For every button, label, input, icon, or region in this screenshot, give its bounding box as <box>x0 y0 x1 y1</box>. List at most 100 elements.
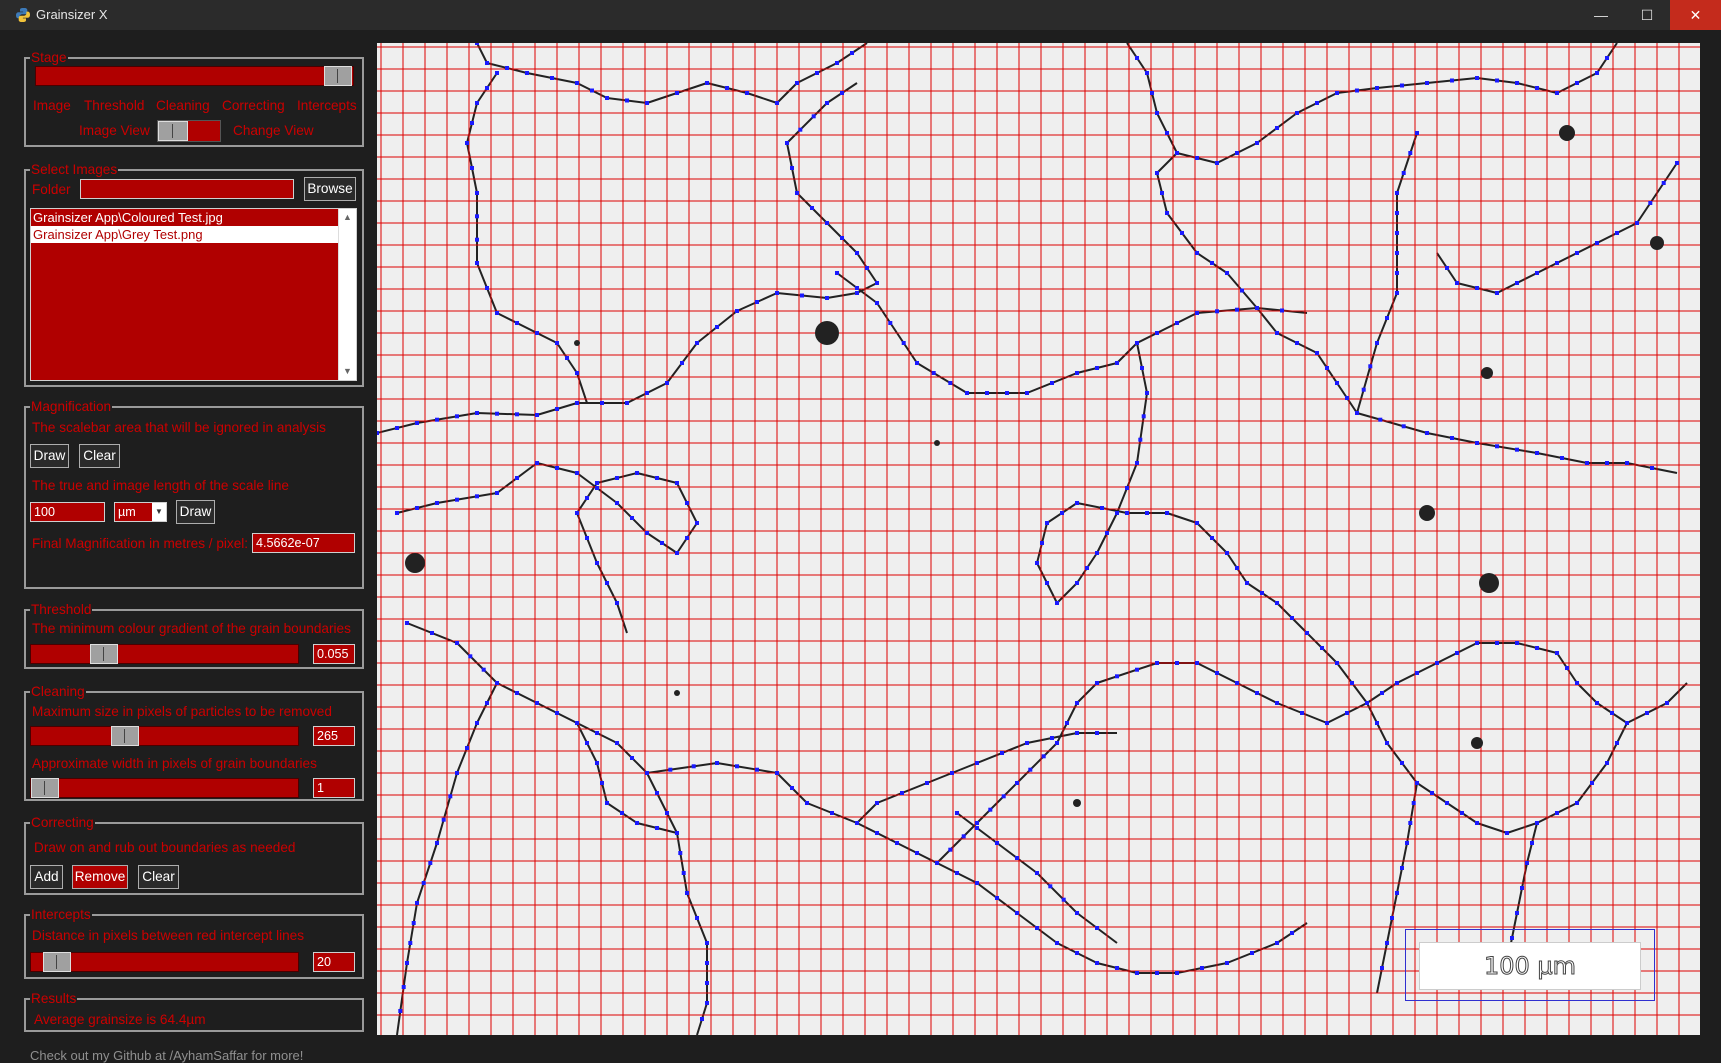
add-boundary-button[interactable]: Add <box>30 865 63 889</box>
intercept-point <box>1085 566 1089 570</box>
intercept-point <box>1475 441 1479 445</box>
intercept-point <box>855 251 859 255</box>
intercept-point <box>1535 451 1539 455</box>
intercept-point <box>790 786 794 790</box>
scroll-down-icon[interactable]: ▼ <box>339 363 356 380</box>
intercept-point <box>950 771 954 775</box>
intercept-point <box>645 391 649 395</box>
intercept-distance-slider[interactable] <box>30 952 299 972</box>
intercept-point <box>1495 641 1499 645</box>
boundary-width-value[interactable]: 1 <box>313 778 355 798</box>
intercept-point <box>495 71 499 75</box>
average-grainsize-result: Average grainsize is 64.4µm <box>34 1012 206 1027</box>
file-list-scrollbar[interactable]: ▲ ▼ <box>338 209 356 380</box>
intercept-distance-slider-thumb[interactable] <box>43 952 71 972</box>
intercept-point <box>700 1017 704 1021</box>
intercept-point <box>655 791 659 795</box>
intercept-point <box>1095 731 1099 735</box>
draw-scale-line-button[interactable]: Draw <box>176 500 215 524</box>
intercept-point <box>1575 681 1579 685</box>
file-list-item-selected[interactable]: Grainsizer App\Grey Test.png <box>31 226 356 243</box>
view-toggle-knob[interactable] <box>158 121 188 141</box>
intercept-point <box>595 481 599 485</box>
scale-length-input[interactable]: 100 <box>30 502 105 522</box>
file-list-item[interactable]: Grainsizer App\Coloured Test.jpg <box>31 209 356 226</box>
stage-tab-correcting[interactable]: Correcting <box>222 98 285 113</box>
intercept-point <box>421 881 426 885</box>
maximize-button[interactable]: ☐ <box>1624 0 1670 30</box>
intercept-point <box>475 721 479 725</box>
draw-scalebar-area-button[interactable]: Draw <box>30 444 69 468</box>
intercept-point <box>1625 721 1629 725</box>
intercept-point <box>1275 331 1279 335</box>
intercept-point <box>475 411 479 415</box>
intercept-point <box>1165 131 1169 135</box>
dark-particle <box>674 690 680 696</box>
grain-boundary <box>856 732 1117 824</box>
image-file-list[interactable]: Grainsizer App\Coloured Test.jpg Grainsi… <box>30 208 357 381</box>
intercept-point <box>855 821 859 825</box>
intercept-point <box>725 86 729 90</box>
unit-select[interactable]: µm ▼ <box>114 502 167 522</box>
clear-scalebar-area-button[interactable]: Clear <box>79 444 120 468</box>
boundary-width-slider[interactable] <box>30 778 299 798</box>
intercept-point <box>1555 261 1559 265</box>
stage-slider-thumb[interactable] <box>324 66 352 86</box>
max-size-slider-thumb[interactable] <box>111 726 139 746</box>
scroll-up-icon[interactable]: ▲ <box>339 209 356 226</box>
intercept-point <box>840 91 844 95</box>
intercept-point <box>1075 911 1079 915</box>
threshold-value[interactable]: 0.055 <box>313 644 355 664</box>
intercept-point <box>1525 861 1529 865</box>
intercept-point <box>455 771 459 775</box>
threshold-slider[interactable] <box>30 644 299 664</box>
close-button[interactable]: ✕ <box>1670 0 1721 30</box>
intercept-distance-value[interactable]: 20 <box>313 952 355 972</box>
browse-button[interactable]: Browse <box>304 177 356 201</box>
threshold-slider-thumb[interactable] <box>90 644 118 664</box>
intercept-point <box>1520 886 1524 890</box>
grain-boundary <box>1156 43 1618 174</box>
stage-tab-image[interactable]: Image <box>33 98 71 113</box>
intercept-point <box>1095 961 1099 965</box>
intercept-point <box>1115 674 1119 679</box>
intercept-point <box>1375 86 1379 90</box>
boundary-width-slider-thumb[interactable] <box>31 778 59 798</box>
intercept-point <box>1050 736 1054 740</box>
intercept-point <box>1115 361 1119 365</box>
intercept-point <box>615 741 619 745</box>
intercept-point <box>825 296 829 300</box>
dark-particle <box>1073 799 1081 807</box>
dark-particle <box>1419 505 1435 521</box>
intercept-point <box>595 561 599 565</box>
dropdown-arrow-icon[interactable]: ▼ <box>152 503 166 521</box>
micrograph-canvas[interactable]: 100 µm <box>377 43 1700 1035</box>
stage-slider[interactable] <box>35 66 354 86</box>
micrograph-image[interactable] <box>377 43 1700 1035</box>
intercept-point <box>1150 91 1154 95</box>
intercept-point <box>1615 741 1619 745</box>
stage-tab-cleaning[interactable]: Cleaning <box>156 98 210 113</box>
remove-boundary-button[interactable]: Remove <box>72 865 128 889</box>
max-size-slider[interactable] <box>30 726 299 746</box>
max-size-value[interactable]: 265 <box>313 726 355 746</box>
intercept-point <box>798 127 803 132</box>
intercept-point <box>855 291 859 295</box>
intercept-point <box>705 961 709 965</box>
intercept-point <box>1015 911 1019 915</box>
intercept-point <box>655 826 659 830</box>
stage-tab-threshold[interactable]: Threshold <box>84 98 144 113</box>
intercept-point <box>655 476 659 480</box>
intercept-point <box>1395 891 1399 895</box>
intercept-point <box>825 101 829 105</box>
stage-tab-intercepts[interactable]: Intercepts <box>297 98 357 113</box>
threshold-legend: Threshold <box>31 602 92 617</box>
intercept-point <box>1475 286 1479 290</box>
intercept-point <box>1215 671 1219 675</box>
intercept-point <box>1555 91 1559 95</box>
minimize-button[interactable]: — <box>1578 0 1624 30</box>
view-toggle[interactable] <box>157 120 221 142</box>
intercept-point <box>405 961 409 965</box>
folder-input[interactable] <box>80 179 294 199</box>
clear-corrections-button[interactable]: Clear <box>138 865 179 889</box>
